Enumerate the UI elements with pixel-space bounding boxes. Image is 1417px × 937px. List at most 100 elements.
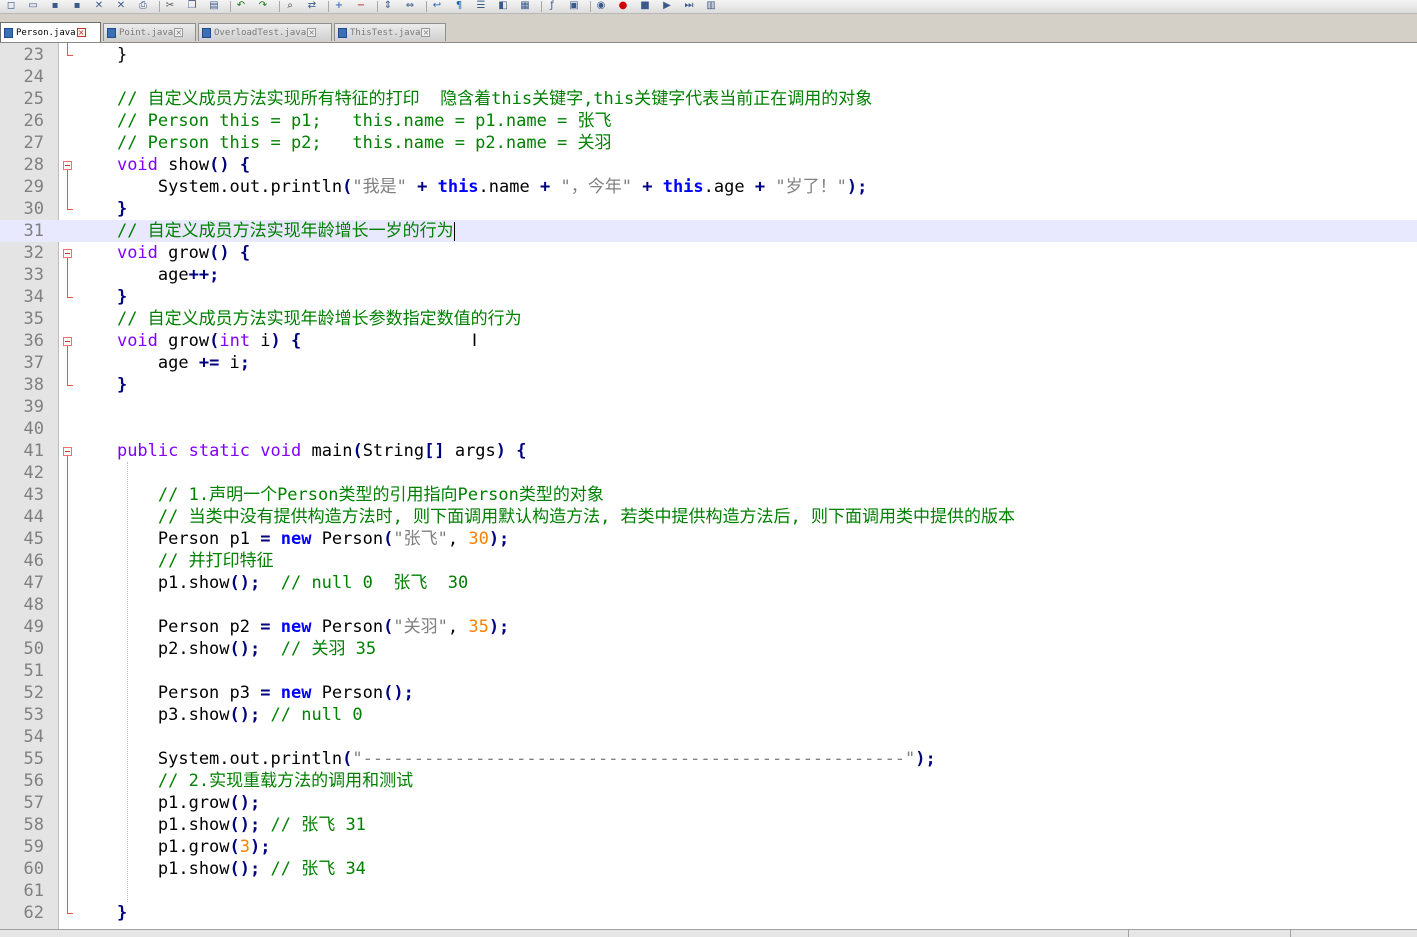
code-line[interactable]: 31 // 自定义成员方法实现年龄增长一岁的行为 [0,220,1417,242]
find-icon[interactable]: ⌕ [283,0,297,12]
new-file-icon[interactable]: ◻ [4,0,18,12]
code-line[interactable]: 52 Person p3 = new Person(); [0,682,1417,704]
fold-toggle-icon[interactable] [63,447,72,456]
code-editor[interactable]: 23 } 24 25 // 自定义成员方法实现所有特征的打印 隐含着this关键字,… [0,43,1417,929]
code-line[interactable]: 55 System.out.println("-----------------… [0,748,1417,770]
line-number: 56 [23,771,44,791]
code-line[interactable]: 43 // 1.声明一个Person类型的引用指向Person类型的对象 [0,484,1417,506]
stop-recording-icon[interactable]: ■ [638,0,652,12]
code-line[interactable]: 41 public static void main(String[] args… [0,440,1417,462]
code-line[interactable]: 33 age++; [0,264,1417,286]
code-line[interactable]: 54 [0,726,1417,748]
redo-icon[interactable]: ↷ [256,0,270,12]
word-wrap-icon[interactable]: ↩ [430,0,444,12]
code-line[interactable]: 57 p1.grow(); [0,792,1417,814]
zoom-out-icon[interactable]: − [354,0,368,12]
user-defined-language-icon[interactable]: ◧ [496,0,510,12]
cut-icon[interactable]: ✂ [163,0,177,12]
code-line[interactable]: 39 [0,396,1417,418]
save-icon[interactable]: ▪ [48,0,62,12]
record-macro-icon[interactable]: ● [616,0,630,12]
tab-close-icon[interactable]: × [421,28,431,37]
code-token: [] [424,441,445,461]
zoom-in-icon[interactable]: + [332,0,346,12]
close-all-icon[interactable]: ✕ [114,0,128,12]
line-code: void show() { [76,154,250,176]
replace-icon[interactable]: ⇄ [305,0,319,12]
tab-close-icon[interactable]: × [307,28,317,37]
copy-icon[interactable]: ❐ [185,0,199,12]
code-line[interactable]: 37 age += i; [0,352,1417,374]
paste-icon[interactable]: ▤ [207,0,221,12]
function-list-icon[interactable]: ƒ [545,0,559,12]
tab-label: ThisTest.java [350,27,421,38]
code-line[interactable]: 26 // Person this = p1; this.name = p1.n… [0,110,1417,132]
tab-bar: Person.java × Point.java × OverloadTest.java… [0,14,1417,43]
code-line[interactable]: 36 void grow(int i) { [0,330,1417,352]
code-token: { [239,243,251,263]
fold-toggle-icon[interactable] [63,337,72,346]
code-line[interactable]: 42 [0,462,1417,484]
code-line[interactable]: 48 [0,594,1417,616]
code-line[interactable]: 56 // 2.实现重载方法的调用和测试 [0,770,1417,792]
code-line[interactable]: 29 System.out.println("我是" + this.name +… [0,176,1417,198]
tab-thistest-java[interactable]: ThisTest.java × [334,23,446,41]
tab-person-java[interactable]: Person.java × [0,22,101,42]
code-line[interactable]: 46 // 并打印特征 [0,550,1417,572]
code-line[interactable]: 60 p1.show(); // 张飞 34 [0,858,1417,880]
code-line[interactable]: 62 } [0,902,1417,924]
document-map-icon[interactable]: ▦ [518,0,532,12]
close-icon[interactable]: ✕ [92,0,106,12]
open-folder-icon[interactable]: ▭ [26,0,40,12]
code-line[interactable]: 50 p2.show(); // 关羽 35 [0,638,1417,660]
tab-close-icon[interactable]: × [174,28,184,37]
fold-toggle-icon[interactable] [63,161,72,170]
code-line[interactable]: 44 // 当类中没有提供构造方法时, 则下面调用默认构造方法, 若类中提供构造… [0,506,1417,528]
fold-line [67,170,68,209]
run-macro-multiple-icon[interactable]: ⏭ [682,0,696,12]
code-token: // 并打印特征 [157,551,274,571]
code-line[interactable]: 61 [0,880,1417,902]
code-line[interactable]: 35 // 自定义成员方法实现年龄增长参数指定数值的行为 [0,308,1417,330]
tab-point-java[interactable]: Point.java × [103,23,196,41]
playback-macro-icon[interactable]: ▶ [660,0,674,12]
print-icon[interactable]: ⎙ [136,0,150,12]
code-line[interactable]: 47 p1.show(); // null 0 张飞 30 [0,572,1417,594]
code-line[interactable]: 53 p3.show(); // null 0 [0,704,1417,726]
sync-vertical-icon[interactable]: ⇕ [381,0,395,12]
code-line[interactable]: 23 } [0,44,1417,66]
code-line[interactable]: 27 // Person this = p2; this.name = p2.n… [0,132,1417,154]
tab-overloadtest-java[interactable]: OverloadTest.java × [198,23,332,41]
code-line[interactable]: 38 } [0,374,1417,396]
code-line[interactable]: 45 Person p1 = new Person("张飞", 30); [0,528,1417,550]
code-line[interactable]: 32 void grow() { [0,242,1417,264]
tab-close-icon[interactable]: × [76,28,86,37]
code-line[interactable]: 28 void show() { [0,154,1417,176]
sync-horizontal-icon[interactable]: ⇔ [403,0,417,12]
code-line[interactable]: 58 p1.show(); // 张飞 31 [0,814,1417,836]
monitoring-icon[interactable]: ◉ [594,0,608,12]
code-line[interactable]: 51 [0,660,1417,682]
undo-icon[interactable]: ↶ [234,0,248,12]
fold-toggle-icon[interactable] [63,249,72,258]
indent-guide-icon[interactable]: ☰ [474,0,488,12]
code-line[interactable]: 40 [0,418,1417,440]
save-macro-icon[interactable]: ▥ [704,0,718,12]
code-line[interactable]: 30 } [0,198,1417,220]
save-all-icon[interactable]: ▪ [70,0,84,12]
code-line[interactable]: 34 } [0,286,1417,308]
code-token: , [447,529,469,549]
code-token: (); [229,639,261,659]
code-line[interactable]: 25 // 自定义成员方法实现所有特征的打印 隐含着this关键字,this关键… [0,88,1417,110]
code-line[interactable]: 24 [0,66,1417,88]
code-token: ); [488,617,510,637]
code-token: 3 [239,837,251,857]
show-all-chars-icon[interactable]: ¶ [452,0,466,12]
code-token: = [260,683,271,703]
code-line[interactable]: 59 p1.grow(3); [0,836,1417,858]
folder-as-workspace-icon[interactable]: ▣ [567,0,581,12]
code-line[interactable]: 49 Person p2 = new Person("关羽", 35); [0,616,1417,638]
